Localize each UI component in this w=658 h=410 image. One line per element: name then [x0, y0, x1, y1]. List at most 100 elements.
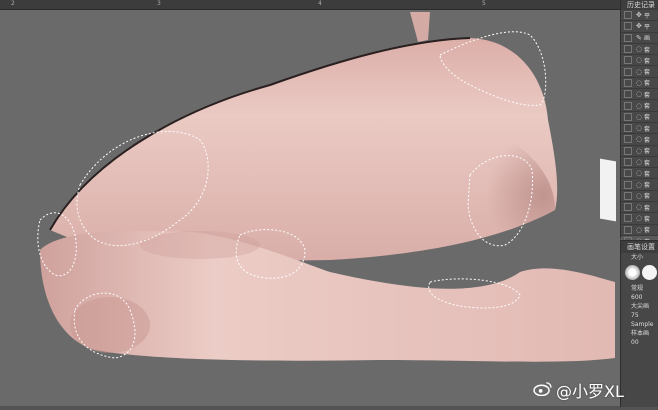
history-checkbox[interactable]: [624, 158, 632, 166]
history-item-label: 套: [644, 136, 651, 144]
weibo-icon: [533, 382, 552, 396]
history-checkbox[interactable]: [624, 169, 632, 178]
brush-row[interactable]: 75: [621, 311, 658, 320]
lasso-icon: ◌: [636, 191, 643, 200]
top-ruler: 2 3 4 5: [0, 0, 620, 10]
ruler-tick: 3: [157, 0, 161, 7]
history-item-label: 套: [644, 159, 651, 167]
lasso-icon: ◌: [636, 56, 643, 65]
history-checkbox[interactable]: [624, 191, 632, 200]
history-checkbox[interactable]: [624, 33, 632, 42]
history-item-label: 画: [644, 35, 651, 43]
brush-row[interactable]: 大尖画: [621, 302, 658, 311]
brush-settings-panel[interactable]: 画笔设置 大小 常规 600 大尖画 75 Sample 样本画 00: [620, 240, 658, 407]
brush-panel-title: 画笔设置: [621, 241, 658, 253]
lasso-icon: ◌: [636, 135, 643, 144]
history-panel[interactable]: 历史记录 ✥ 平 ✥ 平 ✎ 画 ◌ 套 ◌ 套 ◌ 套 ◌ 套 ◌ 套 ◌ 套 ◌ 套 ◌ 套 ◌ 套 ◌ 套 ◌ 套 ◌ 套 ◌ 套 ◌ 套 ◌…: [620, 0, 658, 248]
history-item-label: 平: [644, 23, 651, 31]
history-item-label: 平: [644, 12, 651, 20]
history-checkbox[interactable]: [624, 22, 632, 31]
brush-preset-soft[interactable]: [625, 265, 640, 280]
history-checkbox[interactable]: [624, 11, 632, 20]
history-item-label: 套: [644, 46, 651, 54]
history-checkbox[interactable]: [624, 67, 632, 76]
history-checkbox[interactable]: [624, 124, 632, 133]
history-item[interactable]: ◌套: [621, 89, 658, 101]
history-item-label: 套: [644, 114, 651, 122]
history-item-label: 套: [644, 125, 651, 133]
history-item[interactable]: ✥ 平: [621, 21, 658, 33]
history-checkbox[interactable]: [624, 225, 632, 234]
history-checkbox[interactable]: [624, 180, 632, 189]
history-item[interactable]: ◌套: [621, 213, 658, 225]
history-item-label: 套: [644, 193, 651, 201]
history-item[interactable]: ◌套: [621, 157, 658, 169]
history-item-label: 套: [644, 103, 651, 111]
history-item[interactable]: ◌套: [621, 179, 658, 191]
history-checkbox[interactable]: [624, 214, 632, 223]
lasso-icon: ◌: [636, 101, 643, 110]
history-checkbox[interactable]: [624, 203, 632, 212]
lasso-icon: ◌: [636, 146, 643, 155]
history-checkbox[interactable]: [624, 135, 632, 144]
history-item[interactable]: ◌套: [621, 225, 658, 236]
brush-preset-hard[interactable]: [642, 265, 657, 280]
brush-group-label[interactable]: 常规: [621, 284, 658, 293]
history-checkbox[interactable]: [624, 90, 632, 99]
history-checkbox[interactable]: [624, 101, 632, 110]
lasso-icon: ◌: [636, 225, 643, 234]
history-checkbox[interactable]: [624, 78, 632, 87]
history-item[interactable]: ◌套: [621, 44, 658, 56]
history-item[interactable]: ◌套: [621, 66, 658, 78]
paper-corner: [600, 158, 616, 222]
lasso-icon: ◌: [636, 169, 643, 178]
history-item-label: 套: [644, 215, 651, 223]
history-item-label: 套: [644, 170, 651, 178]
lasso-icon: ◌: [636, 158, 643, 166]
history-item-label: 套: [644, 227, 651, 235]
lasso-icon: ◌: [636, 90, 643, 99]
artwork-arm: [37, 12, 615, 362]
lasso-icon: ◌: [636, 180, 643, 189]
lasso-icon: ◌: [636, 112, 643, 121]
history-checkbox[interactable]: [624, 56, 632, 65]
history-item-label: 套: [644, 91, 651, 99]
brush-row[interactable]: 样本画: [621, 329, 658, 338]
lasso-icon: ◌: [636, 45, 643, 54]
ruler-tick: 5: [482, 0, 486, 7]
history-item[interactable]: ✎ 画: [621, 33, 658, 44]
history-item[interactable]: ◌套: [621, 202, 658, 214]
history-item[interactable]: ◌套: [621, 123, 658, 135]
history-item-label: 套: [644, 182, 651, 190]
brush-icon: ✎: [636, 33, 642, 42]
history-item[interactable]: ◌套: [621, 55, 658, 67]
history-item[interactable]: ◌套: [621, 168, 658, 180]
history-item[interactable]: ◌套: [621, 146, 658, 157]
history-item[interactable]: ◌套: [621, 134, 658, 146]
history-item[interactable]: ◌套: [621, 191, 658, 203]
history-item-label: 套: [644, 57, 651, 65]
ruler-tick: 2: [11, 0, 15, 7]
lasso-icon: ◌: [636, 67, 643, 76]
document-canvas[interactable]: [0, 10, 620, 406]
history-checkbox[interactable]: [624, 112, 632, 121]
history-item[interactable]: ◌套: [621, 78, 658, 90]
watermark-text: @小罗XL: [556, 382, 624, 401]
brush-size-label: 大小: [631, 254, 644, 261]
history-item[interactable]: ◌套: [621, 112, 658, 123]
ruler-tick: 4: [318, 0, 322, 7]
history-item-label: 套: [644, 204, 651, 212]
move-icon: ✥: [636, 22, 642, 31]
brush-row[interactable]: 600: [621, 293, 658, 302]
brush-row[interactable]: Sample: [621, 320, 658, 329]
history-checkbox[interactable]: [624, 45, 632, 54]
lasso-icon: ◌: [636, 203, 643, 212]
brush-presets[interactable]: [621, 262, 658, 284]
lasso-icon: ◌: [636, 124, 643, 133]
history-item[interactable]: ✥ 平: [621, 10, 658, 22]
move-icon: ✥: [636, 11, 642, 20]
history-checkbox[interactable]: [624, 146, 632, 155]
brush-row[interactable]: 00: [621, 338, 658, 347]
history-item[interactable]: ◌套: [621, 100, 658, 112]
history-panel-title: 历史记录: [621, 0, 658, 10]
